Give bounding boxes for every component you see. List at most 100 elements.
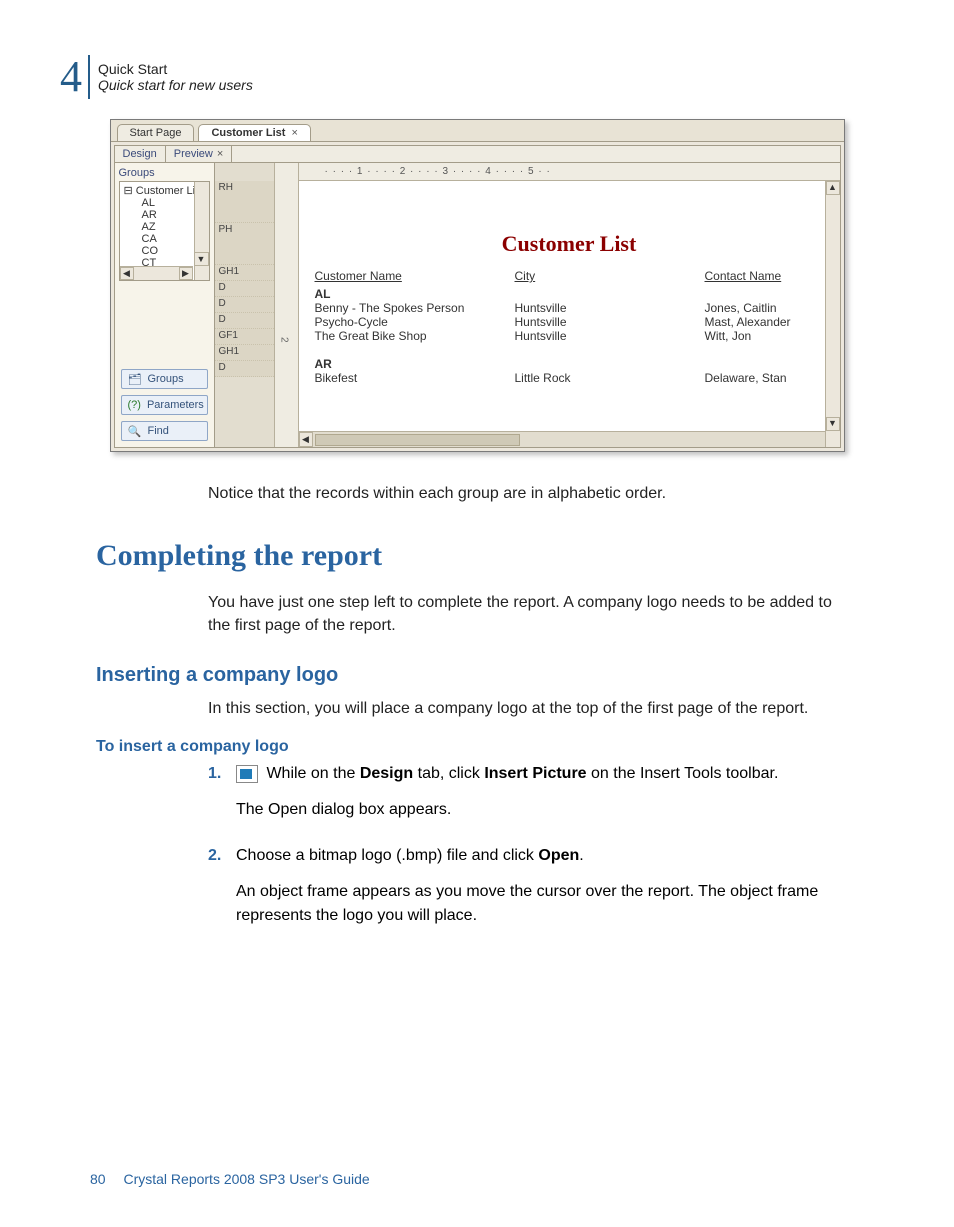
step-body: Choose a bitmap logo (.bmp) file and cli… — [236, 844, 838, 940]
step-number: 2. — [208, 844, 236, 940]
step-text: An object frame appears as you move the … — [236, 880, 838, 928]
heading-inserting-logo: Inserting a company logo — [96, 664, 894, 687]
tree-root-label: Customer Lis — [136, 185, 201, 197]
cell-city: Huntsville — [515, 329, 705, 343]
tab-preview[interactable]: Preview × — [166, 146, 233, 162]
scroll-up-icon[interactable]: ▲ — [826, 181, 840, 195]
group-header-al: AL — [299, 285, 840, 301]
section-gf1: GF1 — [215, 329, 274, 345]
bold: Design — [360, 765, 413, 782]
sidebar-btn-find[interactable]: 🔍Find — [121, 421, 208, 441]
scroll-left-icon[interactable]: ◀ — [299, 432, 313, 447]
heading-to-insert: To insert a company logo — [96, 738, 894, 756]
scrollbar-vertical[interactable]: ▲ ▼ — [825, 181, 840, 447]
main-area: Groups ⊟ Customer Lis AL AR AZ CA CO CT … — [115, 162, 840, 447]
cell-city: Huntsville — [515, 315, 705, 329]
view-tabs: Design Preview × — [115, 146, 840, 162]
ruler-vertical: 2 — [275, 163, 299, 447]
cell-name: Psycho-Cycle — [315, 315, 515, 329]
cell-contact: Witt, Jon — [705, 329, 824, 343]
section-d: D — [215, 297, 274, 313]
section-ph: PH — [215, 223, 274, 265]
page-header: 4 Quick Start Quick start for new users — [60, 55, 894, 99]
sidebar: Groups ⊟ Customer Lis AL AR AZ CA CO CT … — [115, 163, 215, 447]
step-2: 2. Choose a bitmap logo (.bmp) file and … — [208, 844, 838, 940]
text: Notice that the records within each grou… — [208, 482, 838, 505]
cell-contact: Jones, Caitlin — [705, 301, 824, 315]
step-number: 1. — [208, 762, 236, 834]
col-contact-name: Contact Name — [705, 269, 824, 285]
tree-icon: 🗂 — [128, 373, 142, 385]
btn-label: Parameters — [147, 399, 204, 411]
header-line1: Quick Start — [98, 61, 253, 77]
tab-customer-list[interactable]: Customer List × — [198, 124, 310, 141]
data-row: The Great Bike ShopHuntsvilleWitt, Jon — [299, 329, 840, 343]
insert-picture-icon — [236, 765, 258, 783]
data-row: BikefestLittle RockDelaware, Stan — [299, 371, 840, 385]
ruler-mark: 2 — [279, 337, 290, 343]
bold: Open — [538, 847, 579, 864]
page-number: 80 — [90, 1171, 106, 1187]
tab-start-page[interactable]: Start Page — [117, 124, 195, 141]
section-d: D — [215, 281, 274, 297]
page-footer: 80 Crystal Reports 2008 SP3 User's Guide — [90, 1171, 370, 1187]
scroll-thumb[interactable] — [315, 434, 520, 446]
footer-title: Crystal Reports 2008 SP3 User's Guide — [123, 1171, 369, 1187]
cell-city: Little Rock — [515, 371, 705, 385]
close-icon[interactable]: × — [291, 127, 297, 139]
t: . — [579, 847, 583, 864]
sidebar-btn-parameters[interactable]: (?) Parameters — [121, 395, 208, 415]
text: In this section, you will place a compan… — [208, 697, 838, 720]
document-tabs: Start Page Customer List × — [111, 120, 844, 142]
heading-completing: Completing the report — [96, 539, 894, 573]
col-customer-name: Customer Name — [315, 269, 515, 285]
scroll-down-icon[interactable]: ▼ — [826, 417, 840, 431]
view-panel: Design Preview × Groups ⊟ Customer Lis A… — [114, 145, 841, 448]
scrollbar-horizontal[interactable]: ◀ ▶ — [299, 431, 840, 447]
close-icon[interactable]: × — [217, 148, 223, 160]
section-gh1: GH1 — [215, 265, 274, 281]
question-icon: (?) — [128, 399, 141, 411]
btn-label: Groups — [148, 373, 184, 385]
header-line2: Quick start for new users — [98, 77, 253, 93]
groups-label: Groups — [119, 167, 210, 179]
step-body: While on the Design tab, click Insert Pi… — [236, 762, 838, 834]
paragraph: In this section, you will place a compan… — [208, 697, 838, 720]
paragraph-notice: Notice that the records within each grou… — [208, 482, 838, 505]
tab-design[interactable]: Design — [115, 146, 166, 162]
header-text: Quick Start Quick start for new users — [90, 61, 253, 93]
step-text: Choose a bitmap logo (.bmp) file and cli… — [236, 844, 838, 868]
col-city: City — [515, 269, 705, 285]
ruler-horizontal: · · · · 1 · · · · 2 · · · · 3 · · · · 4 … — [299, 163, 840, 181]
section-markers: RH PH GH1 D D D GF1 GH1 D — [215, 163, 275, 447]
report-preview: · · · · 1 · · · · 2 · · · · 3 · · · · 4 … — [299, 163, 840, 447]
scroll-track[interactable] — [313, 432, 826, 447]
section-d: D — [215, 313, 274, 329]
t: tab, click — [413, 765, 484, 782]
scroll-down-icon[interactable]: ▼ — [194, 252, 209, 266]
step-list: 1. While on the Design tab, click Insert… — [208, 762, 838, 940]
data-row: Benny - The Spokes PersonHuntsvilleJones… — [299, 301, 840, 315]
column-headers: Customer Name City Contact Name — [299, 269, 840, 285]
scroll-left-icon[interactable]: ◀ — [120, 267, 134, 280]
cell-name: The Great Bike Shop — [315, 329, 515, 343]
scrollbar-horizontal[interactable]: ◀ ▶ — [120, 266, 193, 280]
t: on the Insert Tools toolbar. — [587, 765, 779, 782]
report-body: Customer List Customer Name City Contact… — [299, 181, 840, 431]
sidebar-btn-groups[interactable]: 🗂 Groups — [121, 369, 208, 389]
section-d: D — [215, 361, 274, 377]
cell-city: Huntsville — [515, 301, 705, 315]
chapter-number: 4 — [60, 55, 90, 99]
section-gh1: GH1 — [215, 345, 274, 361]
sidebar-groups-pane: Groups ⊟ Customer Lis AL AR AZ CA CO CT … — [115, 163, 214, 363]
tab-label: Start Page — [130, 127, 182, 139]
cell-contact: Mast, Alexander — [705, 315, 824, 329]
btn-label: Find — [148, 425, 169, 437]
tab-label: Preview — [174, 148, 213, 160]
group-tree[interactable]: ⊟ Customer Lis AL AR AZ CA CO CT ▼ ◀ ▶ — [119, 181, 210, 281]
section-rh: RH — [215, 181, 274, 223]
cell-name: Bikefest — [315, 371, 515, 385]
cell-contact: Delaware, Stan — [705, 371, 824, 385]
group-header-ar: AR — [299, 355, 840, 371]
scroll-right-icon[interactable]: ▶ — [179, 267, 193, 280]
